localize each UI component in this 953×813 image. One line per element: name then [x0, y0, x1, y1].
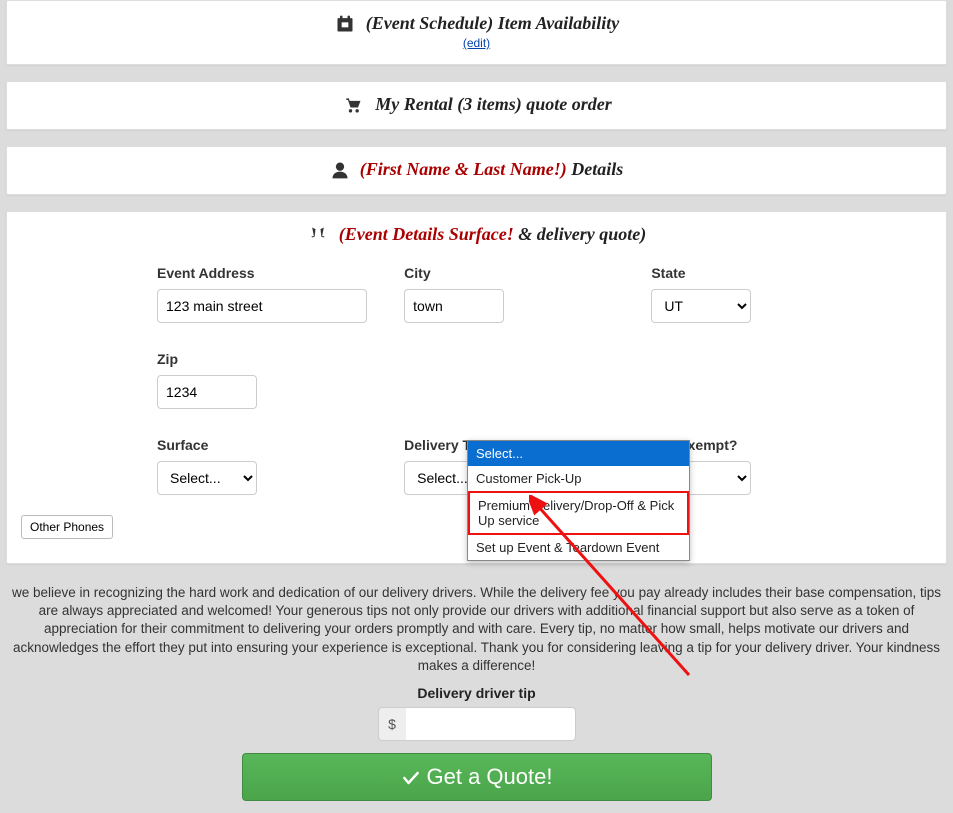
label-zip: Zip: [157, 351, 384, 367]
tip-input[interactable]: [406, 707, 576, 741]
delivery-type-dropdown-open[interactable]: Select...Customer Pick-UpPremium Deliver…: [467, 440, 690, 561]
tip-label: Delivery driver tip: [0, 685, 953, 701]
label-address: Event Address: [157, 265, 384, 281]
get-quote-label: Get a Quote!: [427, 764, 553, 789]
panel-event-header: (Event Details Surface! & delivery quote…: [7, 220, 946, 245]
panel-schedule: (Event Schedule) Item Availability (edit…: [6, 0, 947, 65]
label-surface: Surface: [157, 437, 384, 453]
label-city: City: [404, 265, 631, 281]
address-input[interactable]: [157, 289, 367, 323]
user-icon: [330, 160, 350, 180]
panel-rental-title: My Rental (3 items) quote order: [375, 94, 612, 115]
delivery-type-option[interactable]: Select...: [468, 441, 689, 466]
get-quote-button[interactable]: Get a Quote!: [242, 753, 712, 801]
panel-details: (First Name & Last Name!) Details: [6, 146, 947, 195]
zip-input[interactable]: [157, 375, 257, 409]
panel-schedule-header: (Event Schedule) Item Availability: [7, 9, 946, 34]
panel-schedule-title: (Event Schedule) Item Availability: [366, 13, 619, 34]
edit-link[interactable]: (edit): [7, 36, 946, 50]
tip-row: $: [0, 707, 953, 741]
city-input[interactable]: [404, 289, 504, 323]
currency-symbol: $: [378, 707, 406, 741]
delivery-type-option[interactable]: Customer Pick-Up: [468, 466, 689, 491]
disclaimer-text: we believe in recognizing the hard work …: [0, 580, 953, 677]
surface-select[interactable]: Select...: [157, 461, 257, 495]
panel-rental: My Rental (3 items) quote order: [6, 81, 947, 130]
delivery-type-option[interactable]: Set up Event & Teardown Event: [468, 535, 689, 560]
other-phones-button[interactable]: Other Phones: [21, 515, 113, 539]
panel-details-header: (First Name & Last Name!) Details: [7, 155, 946, 180]
cart-icon: [341, 95, 365, 115]
cheers-icon: [307, 225, 329, 245]
calendar-icon: [334, 14, 356, 34]
label-state: State: [651, 265, 878, 281]
delivery-type-option[interactable]: Premium Delivery/Drop-Off & Pick Up serv…: [468, 491, 689, 535]
panel-event-title: (Event Details Surface! & delivery quote…: [339, 224, 646, 245]
panel-details-title: (First Name & Last Name!) Details: [360, 159, 624, 180]
panel-rental-header: My Rental (3 items) quote order: [7, 90, 946, 115]
state-select[interactable]: UT: [651, 289, 751, 323]
